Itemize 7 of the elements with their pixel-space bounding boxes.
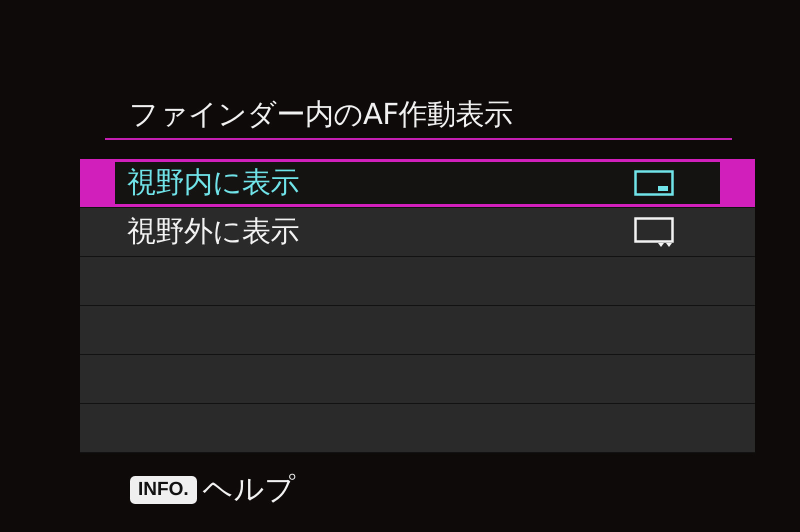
help-label: ヘルプ [202,471,296,509]
menu-option[interactable]: 視野外に表示 [80,208,755,257]
menu-title: ファインダー内のAF作動表示 [129,96,513,132]
info-key[interactable]: INFO. [130,476,197,504]
frame-icon [634,217,674,247]
frame-icon [634,170,674,196]
menu-option[interactable]: 視野内に表示 [80,159,755,208]
